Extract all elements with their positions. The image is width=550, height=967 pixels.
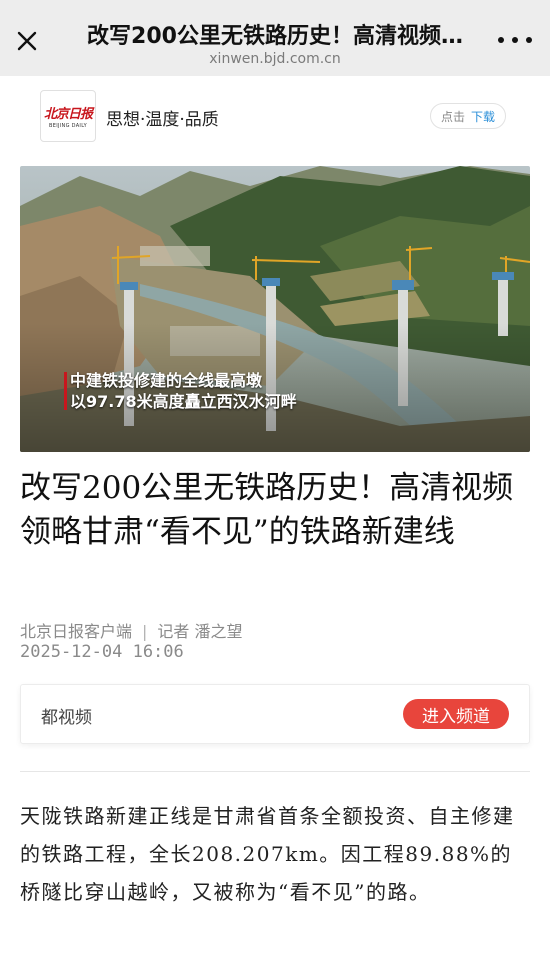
download-label: 下载: [470, 109, 495, 124]
article-meta: 北京日报客户端 | 记者 潘之望: [20, 618, 243, 642]
page-title: 改写200公里无铁路历史！高清视频…: [87, 24, 463, 49]
hero-video-image[interactable]: 中建铁投修建的全线最高墩 以97.78米高度矗立西汉水河畔: [20, 166, 530, 452]
channel-name: 都视频: [41, 708, 92, 728]
enter-channel-button[interactable]: 进入频道: [403, 699, 509, 729]
divider: [20, 771, 530, 772]
download-prefix: 点击: [440, 109, 465, 124]
article-reporter: 记者 潘之望: [157, 622, 243, 641]
browser-topbar: 改写200公里无铁路历史！高清视频… xinwen.bjd.com.cn: [0, 0, 550, 76]
article-body: 天陇铁路新建正线是甘肃省首条全额投资、自主修建的铁路工程，全长208.207km…: [20, 804, 515, 904]
download-app-button[interactable]: 点击 下载: [429, 103, 506, 129]
more-icon[interactable]: [498, 30, 532, 50]
article-date: 2025-12-04 16:06: [20, 642, 184, 662]
article-source: 北京日报客户端: [20, 622, 133, 641]
close-icon[interactable]: [12, 26, 42, 56]
hero-caption-line-2: 以97.78米高度矗立西汉水河畔: [70, 392, 297, 411]
caption-accent-bar: [64, 372, 67, 410]
hero-caption: 中建铁投修建的全线最高墩 以97.78米高度矗立西汉水河畔: [70, 370, 297, 412]
article-headline: 改写200公里无铁路历史！高清视频领略甘肃“看不见”的铁路新建线: [20, 470, 514, 550]
meta-separator: |: [142, 622, 148, 641]
page-url: xinwen.bjd.com.cn: [209, 51, 341, 67]
brand-slogan: 思想·温度·品质: [106, 110, 219, 130]
channel-card[interactable]: 都视频 进入频道: [20, 684, 530, 744]
hero-caption-line-1: 中建铁投修建的全线最高墩: [70, 371, 263, 390]
brand-header: 北京日报 BEIJING DAILY 思想·温度·品质 点击 下载: [0, 76, 550, 158]
beijing-daily-logo: 北京日报 BEIJING DAILY: [40, 90, 96, 142]
